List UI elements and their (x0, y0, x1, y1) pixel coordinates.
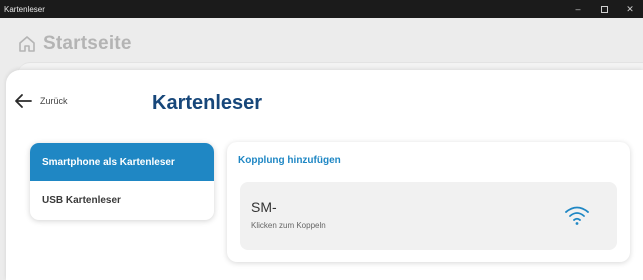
home-label: Startseite (43, 33, 132, 54)
back-button[interactable]: Zurück (13, 93, 68, 109)
window-title: Kartenleser (4, 4, 45, 14)
close-button[interactable]: ✕ (617, 0, 643, 18)
pairing-card: Kopplung hinzufügen SM- Klicken zum Kopp… (227, 142, 630, 262)
device-tile[interactable]: SM- Klicken zum Koppeln (240, 182, 617, 250)
pairing-title: Kopplung hinzufügen (238, 155, 341, 166)
menu-item-usb[interactable]: USB Kartenleser (30, 181, 214, 219)
window-controls: – ✕ (565, 0, 643, 18)
arrow-left-icon (15, 94, 32, 108)
wifi-icon (565, 206, 589, 225)
home-icon (19, 36, 35, 52)
back-label: Zurück (40, 96, 68, 106)
window-titlebar: Kartenleser – ✕ (0, 0, 643, 18)
device-name: SM- (251, 199, 277, 215)
reader-type-menu: Smartphone als Kartenleser USB Kartenles… (30, 143, 214, 220)
maximize-icon (600, 5, 608, 13)
device-hint: Klicken zum Koppeln (251, 221, 326, 230)
maximize-button[interactable] (591, 0, 617, 18)
minimize-button[interactable]: – (565, 0, 591, 18)
home-link[interactable]: Startseite (17, 33, 132, 55)
menu-item-smartphone[interactable]: Smartphone als Kartenleser (30, 143, 214, 181)
page-title: Kartenleser (152, 92, 263, 114)
